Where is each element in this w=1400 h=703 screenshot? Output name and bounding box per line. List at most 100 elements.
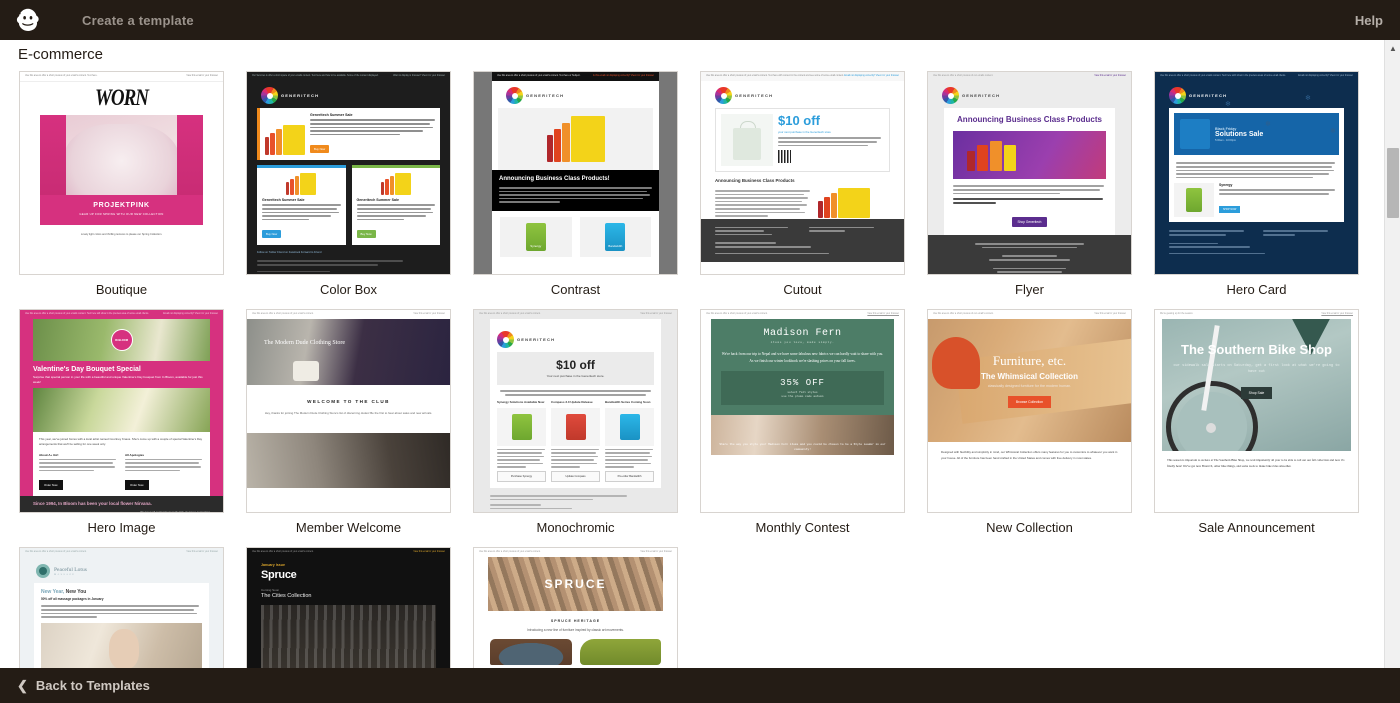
offer-sub: select fall styles bbox=[725, 391, 880, 394]
product-image bbox=[490, 639, 572, 665]
template-thumbnail[interactable]: Use this area to offer a short preview o… bbox=[927, 71, 1132, 275]
generitech-burst-icon bbox=[497, 331, 514, 348]
buy-now-button[interactable]: Buy Now bbox=[262, 230, 281, 238]
generitech-burst-icon bbox=[506, 87, 523, 104]
body-text: Designed with flexibility and simplicity… bbox=[928, 442, 1131, 469]
shop-now-button[interactable]: SHOP NOW bbox=[1219, 206, 1240, 213]
back-to-templates-button[interactable]: ❮ Back to Templates bbox=[17, 678, 150, 694]
scrollbar-thumb[interactable] bbox=[1387, 148, 1399, 218]
content-card: This year, we've joined forces with a lo… bbox=[33, 432, 210, 496]
vertical-scrollbar[interactable]: ▲ bbox=[1384, 40, 1400, 668]
content-card: New Year, New You 50% off all massage pa… bbox=[34, 583, 209, 668]
product-image bbox=[580, 639, 662, 665]
template-card-member-welcome[interactable]: Use this area to offer a short preview o… bbox=[246, 309, 451, 547]
template-card-hero-card[interactable]: Use this area to offer a short preview o… bbox=[1154, 71, 1359, 309]
template-gallery: E-commerce Use this area to offer a shor… bbox=[0, 40, 1400, 668]
order-now-button[interactable]: Order Now bbox=[125, 480, 149, 490]
template-card-flyer[interactable]: Use this area to offer a short preview o… bbox=[927, 71, 1132, 309]
template-card-peaceful-lotus[interactable]: Use this area to offer a short preview o… bbox=[19, 547, 224, 668]
template-thumbnail[interactable]: Use this area to offer a short preview o… bbox=[700, 309, 905, 513]
template-card-boutique[interactable]: Use this area to offer a short preview o… bbox=[19, 71, 224, 309]
headline: Valentine's Day Bouquet Special bbox=[20, 361, 223, 373]
template-thumbnail[interactable]: Use this area to offer a short preview o… bbox=[927, 309, 1132, 513]
template-name: Member Welcome bbox=[246, 513, 451, 547]
template-thumbnail[interactable]: Our Services is offer a short space of y… bbox=[246, 71, 451, 275]
hero-image bbox=[953, 131, 1106, 179]
thumbnail-preview: Use this area to offer a short preview o… bbox=[20, 72, 223, 274]
template-name: New Collection bbox=[927, 513, 1132, 547]
column-title: Synergy Solutions Available Now bbox=[497, 401, 546, 405]
template-card-new-collection[interactable]: Use this area to offer a short preview o… bbox=[927, 309, 1132, 547]
offer-amount: $10 off bbox=[778, 114, 884, 127]
template-thumbnail[interactable]: Use this area to offer a short preview o… bbox=[473, 71, 678, 275]
feature-card: Generitech Summer Sale Buy Now bbox=[352, 165, 441, 245]
thumbnail-preview: Use this area to offer a short preview o… bbox=[928, 72, 1131, 274]
hero-block: Madison Fern items you love, made simply… bbox=[711, 319, 894, 414]
hero-banner: Black Friday Solutions Sale 5:00am - 10:… bbox=[1174, 113, 1339, 155]
update-button[interactable]: Update Compass bbox=[551, 471, 600, 482]
buy-now-button[interactable]: Buy Now bbox=[310, 145, 329, 153]
purchase-button[interactable]: Purchase Synergy bbox=[497, 471, 546, 482]
template-name: Flyer bbox=[927, 275, 1132, 309]
template-thumbnail[interactable]: Use this area to offer a short preview o… bbox=[700, 71, 905, 275]
browse-collection-button[interactable]: Browse Collection bbox=[1008, 396, 1051, 408]
email-footer bbox=[701, 219, 904, 263]
template-card-spruce-cities[interactable]: Use this area to offer a short preview o… bbox=[246, 547, 451, 668]
template-thumbnail[interactable]: We're gearing up for the season. View th… bbox=[1154, 309, 1359, 513]
body-text: This year, we've joined forces with a lo… bbox=[39, 437, 204, 446]
hero-image: PROJEKTPINK GEAR UP FOR SPRING WITH OUR … bbox=[40, 115, 203, 225]
thumbnail-preview: Use this area to offer a short preview o… bbox=[701, 72, 904, 274]
shop-button[interactable]: Shop Generitech bbox=[1012, 217, 1048, 227]
body-text: We're back from our trip to Nepal and we… bbox=[721, 351, 884, 363]
preheader-left: Use this area to offer a short preview o… bbox=[933, 313, 994, 316]
headline-block: Announcing Business Class Products! bbox=[492, 170, 659, 210]
brand-logo: Furniture, etc. bbox=[993, 353, 1066, 369]
content-card: Black Friday Solutions Sale 5:00am - 10:… bbox=[1169, 108, 1344, 222]
column-title: Bandwidth Series Coming Soon bbox=[605, 401, 654, 405]
template-card-hero-image[interactable]: Use this area to offer a short preview o… bbox=[19, 309, 224, 547]
brand-logo: GENERITECH bbox=[247, 81, 450, 108]
template-name: Cutout bbox=[700, 275, 905, 309]
help-link[interactable]: Help bbox=[1355, 13, 1383, 28]
template-name: Hero Image bbox=[19, 513, 224, 547]
template-card-monochromic[interactable]: Use this area to offer a short preview o… bbox=[473, 309, 678, 547]
page-title: Create a template bbox=[82, 13, 194, 28]
template-thumbnail[interactable]: Use this area to offer a short preview o… bbox=[246, 309, 451, 513]
template-thumbnail[interactable]: Use this area to offer a short preview o… bbox=[19, 71, 224, 275]
template-thumbnail[interactable]: Use this area to offer a short preview o… bbox=[19, 309, 224, 513]
subhead: Introducing a new line of furniture insp… bbox=[474, 628, 677, 632]
buy-now-button[interactable]: Buy Now bbox=[357, 230, 376, 238]
shop-sale-button[interactable]: Shop Sale bbox=[1241, 387, 1273, 399]
template-name: Boutique bbox=[19, 275, 224, 309]
preorder-button[interactable]: Pre-order Bandwidth bbox=[605, 471, 654, 482]
gift-box-icon bbox=[1180, 119, 1210, 149]
template-thumbnail[interactable]: Use this area to offer a short preview o… bbox=[473, 547, 678, 668]
subhead: 50% off all massage packages in January bbox=[41, 597, 202, 601]
offer-block: $10 off Your next purchase in the Generi… bbox=[497, 352, 654, 385]
template-card-color-box[interactable]: Our Services is offer a short space of y… bbox=[246, 71, 451, 309]
offer-block: $10 off your next purchase in the Generi… bbox=[715, 108, 890, 172]
generitech-burst-icon bbox=[261, 87, 278, 104]
headline: The Cities Collection bbox=[247, 592, 450, 599]
brand-logo: The Southern Bike Shop bbox=[1162, 343, 1351, 357]
template-card-monthly-contest[interactable]: Use this area to offer a short preview o… bbox=[700, 309, 905, 547]
mailchimp-freddie-icon[interactable] bbox=[0, 0, 56, 40]
template-thumbnail[interactable]: Use this area to offer a short preview o… bbox=[19, 547, 224, 668]
order-now-button[interactable]: Order Now bbox=[39, 480, 63, 490]
template-card-contrast[interactable]: Use this area to offer a short preview o… bbox=[473, 71, 678, 309]
brand-logo: GENERITECH bbox=[928, 81, 1131, 108]
preheader-left: We're gearing up for the season. bbox=[1160, 313, 1193, 316]
social-links: Follow on Twitter Friend on Facebook For… bbox=[247, 245, 450, 254]
template-card-cutout[interactable]: Use this area to offer a short preview o… bbox=[700, 71, 905, 309]
template-thumbnail[interactable]: Use this area to offer a short preview o… bbox=[246, 547, 451, 668]
template-card-spruce-heritage[interactable]: Use this area to offer a short preview o… bbox=[473, 547, 678, 668]
template-card-sale-announcement[interactable]: We're gearing up for the season. View th… bbox=[1154, 309, 1359, 547]
preheader-right: View this email in your browser bbox=[1094, 313, 1126, 316]
product-image bbox=[497, 408, 546, 446]
scroll-up-arrow-icon[interactable]: ▲ bbox=[1385, 40, 1400, 56]
preheader-left: Use this area to offer a short preview o… bbox=[25, 313, 149, 316]
product-image bbox=[551, 408, 600, 446]
template-thumbnail[interactable]: Use this area to offer a short preview o… bbox=[1154, 71, 1359, 275]
brand-logo: Madison Fern bbox=[721, 328, 884, 339]
template-thumbnail[interactable]: Use this area to offer a short preview o… bbox=[473, 309, 678, 513]
